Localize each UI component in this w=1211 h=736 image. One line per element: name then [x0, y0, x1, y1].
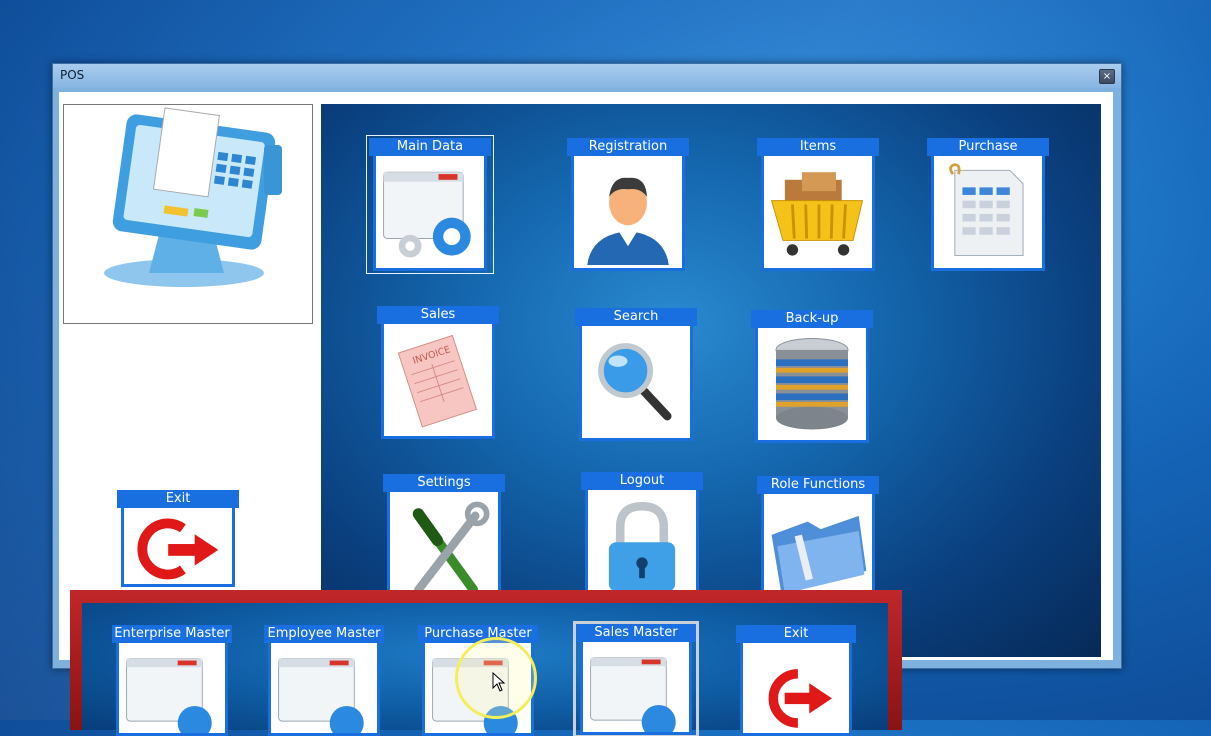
tile-items[interactable]: Items [757, 138, 879, 271]
tile-label: Sales Master [576, 624, 696, 642]
tile-search[interactable]: Search [575, 308, 697, 441]
master-popup: Enterprise Master Employee Master Purcha… [70, 590, 902, 736]
window-client-area: Exit Main Data Registration Items Purcha… [59, 92, 1113, 660]
tile-sales-master[interactable]: Sales Master [573, 621, 699, 736]
tile-popup-exit[interactable]: Exit [736, 625, 856, 736]
tile-employee-master[interactable]: Employee Master [264, 625, 384, 736]
tile-logout[interactable]: Logout [581, 472, 703, 605]
tile-enterprise-master[interactable]: Enterprise Master [112, 625, 232, 736]
main-data-icon [116, 643, 228, 736]
tile-label: Purchase Master [418, 625, 538, 643]
tile-label: Role Functions [757, 476, 879, 494]
tile-purchase-master[interactable]: Purchase Master [418, 625, 538, 736]
tile-label: Exit [736, 625, 856, 643]
tile-label: Search [575, 308, 697, 326]
tile-settings[interactable]: Settings [383, 474, 505, 607]
person-icon [571, 156, 685, 271]
tile-back-up[interactable]: Back-up [751, 310, 873, 443]
invoice-icon: INVOICE [381, 324, 495, 439]
tile-sales[interactable]: Sales INVOICE [377, 306, 499, 439]
padlock-icon [585, 490, 699, 605]
tile-label: Enterprise Master [112, 625, 232, 643]
spreadsheet-icon [931, 156, 1045, 271]
tile-main-data[interactable]: Main Data [366, 135, 494, 274]
exit-icon [121, 508, 235, 587]
main-data-icon [373, 156, 487, 271]
tile-label: Logout [581, 472, 703, 490]
main-menu-panel: Main Data Registration Items Purchase Sa… [321, 104, 1101, 657]
tile-registration[interactable]: Registration [567, 138, 689, 271]
tile-purchase[interactable]: Purchase [927, 138, 1049, 271]
tile-label: Main Data [369, 138, 491, 156]
master-popup-panel: Enterprise Master Employee Master Purcha… [82, 603, 888, 736]
window-title: POS [60, 68, 85, 82]
pos-window: POS × Exit Main Data Registration Items … [52, 63, 1122, 669]
tile-label: Sales [377, 306, 499, 324]
pos-terminal-logo [63, 104, 313, 324]
exit-icon [740, 643, 852, 736]
tile-label: Purchase [927, 138, 1049, 156]
close-button[interactable]: × [1099, 69, 1115, 84]
side-exit-tile[interactable]: Exit [117, 490, 239, 587]
tile-label: Settings [383, 474, 505, 492]
side-exit-label: Exit [117, 490, 239, 508]
tile-label: Registration [567, 138, 689, 156]
window-titlebar[interactable]: POS × [53, 64, 1121, 88]
main-data-icon [268, 643, 380, 736]
tile-label: Items [757, 138, 879, 156]
shopping-basket-icon [761, 156, 875, 271]
main-data-icon [580, 642, 692, 735]
magnifier-icon [579, 326, 693, 441]
main-data-icon [422, 643, 534, 736]
database-icon [755, 328, 869, 443]
tile-label: Back-up [751, 310, 873, 328]
tile-label: Employee Master [264, 625, 384, 643]
